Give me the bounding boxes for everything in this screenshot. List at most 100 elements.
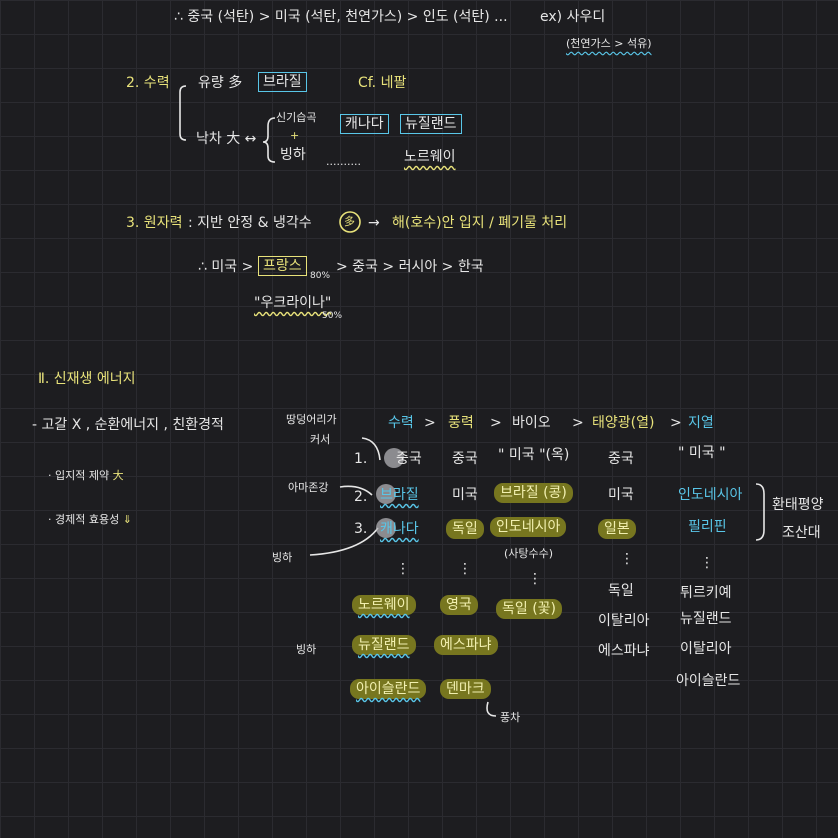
- bio-4: 독일 (꽃): [496, 599, 563, 619]
- nuclear-heading: 3. 원자력: [126, 215, 183, 231]
- geo-7: 아이슬란드: [676, 673, 741, 689]
- glacier-line2: 빙하: [280, 147, 306, 163]
- hdr-gt3: >: [572, 415, 584, 431]
- wind-dots: ⋮: [458, 561, 472, 577]
- hdr-wind: 풍력: [448, 415, 474, 431]
- bio-3: 인도네시아: [490, 517, 567, 537]
- row-num-1: 1.: [354, 451, 368, 467]
- row-num-3: 3.: [354, 521, 368, 537]
- note-land: 땅덩어리가: [286, 413, 337, 426]
- nuclear-sea: 해(호수)안 입지 / 폐기물 처리: [392, 215, 568, 231]
- hydro-4: 노르웨이: [352, 595, 416, 615]
- hdr-gt4: >: [670, 415, 682, 431]
- hdr-geo: 지열: [688, 415, 714, 431]
- wind-6: 덴마크: [440, 679, 491, 699]
- summary-line: ∴ 중국 (석탄) > 미국 (석탄, 천연가스) > 인도 (석탄) ...: [174, 9, 508, 25]
- hdr-solar: 태양광(열): [592, 415, 655, 431]
- solar-5: 이탈리아: [598, 613, 650, 629]
- pacific-label2: 조산대: [782, 525, 821, 541]
- wind-4-text: 영국: [440, 595, 478, 615]
- geo-2: 인도네시아: [678, 487, 743, 503]
- glacier-line1: 신기습곡: [276, 111, 317, 124]
- renewable-desc: - 고갈 X , 순환에너지 , 친환경적: [32, 417, 224, 433]
- wind-1: 중국: [452, 451, 478, 467]
- hydro-2-text: 브라질: [380, 487, 419, 503]
- pacific-bracket: [755, 483, 765, 541]
- bio-2: 브라질 (콩): [494, 483, 573, 503]
- wind-6-text: 덴마크: [440, 679, 491, 699]
- bio-3-sub: (사탕수수): [504, 547, 554, 560]
- example-text: ex) 사우디: [540, 9, 606, 25]
- glacier-brace: [262, 117, 276, 163]
- nuclear-ukraine-text: "우크라이나": [254, 295, 332, 311]
- geo-6: 이탈리아: [680, 641, 732, 657]
- hydro-2: 브라질: [380, 488, 419, 502]
- nuclear-rank-rest: > 중국 > 러시아 > 한국: [336, 259, 484, 275]
- hydro-6-text: 아이슬란드: [350, 679, 427, 699]
- hydro-drop: 낙차 大 ↔: [196, 131, 257, 147]
- solar-6: 에스파냐: [598, 643, 650, 659]
- hydro-3: 캐나다: [380, 522, 419, 536]
- geo-1: " 미국 ": [678, 445, 726, 461]
- hydro-4-text: 노르웨이: [352, 595, 416, 615]
- bullet-location: · 입지적 제약 大: [48, 470, 124, 481]
- hydro-1: 중국: [396, 451, 422, 467]
- solar-2: 미국: [608, 487, 634, 503]
- country-norway: 노르웨이: [404, 150, 456, 164]
- nuclear-rank-prefix: ∴ 미국 >: [198, 259, 254, 275]
- hdr-gt1: >: [424, 415, 436, 431]
- bullet-location-text: · 입지적 제약: [48, 469, 110, 482]
- country-newzealand: 뉴질랜드: [400, 114, 462, 134]
- country-norway-text: 노르웨이: [404, 149, 456, 165]
- solar-3: 일본: [598, 519, 636, 539]
- hydro-flow-country: 브라질: [258, 72, 307, 92]
- geo-3: 필리핀: [688, 519, 727, 535]
- wind-5-text: 에스파냐: [434, 635, 498, 655]
- wind-4: 영국: [440, 595, 478, 615]
- hydro-5-text: 뉴질랜드: [352, 635, 416, 655]
- nuclear-france: 프랑스: [258, 256, 307, 276]
- hydro-bracket: [179, 85, 187, 141]
- bullet-economy: · 경제적 효용성 ⇓: [48, 514, 132, 525]
- hydro-flow: 유량 多: [198, 75, 243, 91]
- geo-dots: ⋮: [700, 555, 714, 571]
- note-windmill: 풍차: [500, 711, 521, 724]
- bio-4-text: 독일 (꽃): [496, 599, 563, 619]
- pacific-label: 환태평양: [772, 497, 824, 513]
- solar-1: 중국: [608, 451, 634, 467]
- bullet-location-big: 大: [112, 469, 124, 482]
- bio-3-text: 인도네시아: [490, 517, 567, 537]
- renewable-title: Ⅱ. 신재생 에너지: [38, 371, 136, 387]
- hydro-cf: Cf. 네팔: [358, 75, 407, 91]
- nuclear-many: 多: [344, 215, 355, 228]
- example-saudi: ex) 사우디: [540, 10, 605, 24]
- solar-dots: ⋮: [620, 551, 634, 567]
- note-glacier-bottom: 빙하: [296, 643, 317, 656]
- bio-dots: ⋮: [528, 571, 542, 587]
- hydro-3-text: 캐나다: [380, 521, 419, 537]
- nuclear-arrow: →: [368, 215, 380, 231]
- example-sub: (천연가스 > 석유): [566, 38, 652, 49]
- wind-2: 미국: [452, 487, 478, 503]
- hydro-6: 아이슬란드: [350, 679, 427, 699]
- nuclear-ukraine-pct: 50%: [322, 311, 343, 321]
- row-num-2: 2.: [354, 489, 368, 505]
- nuclear-desc: : 지반 안정 & 냉각수: [188, 215, 312, 231]
- hdr-hydro: 수력: [388, 415, 414, 431]
- dots: ..........: [326, 155, 361, 168]
- bio-1: " 미국 "(옥): [498, 447, 570, 463]
- geo-5: 뉴질랜드: [680, 611, 732, 627]
- hydro-heading: 2. 수력: [126, 75, 170, 91]
- bullet-economy-down: ⇓: [122, 513, 132, 526]
- bio-2-text: 브라질 (콩): [494, 483, 573, 503]
- glacier-arrow: [309, 527, 379, 556]
- example-sub-text: (천연가스 > 석유): [566, 37, 652, 50]
- hydro-5: 뉴질랜드: [352, 635, 416, 655]
- nuclear-ukraine: "우크라이나": [254, 296, 331, 310]
- wind-5: 에스파냐: [434, 635, 498, 655]
- windmill-hook: [486, 701, 497, 717]
- note-glacier: 빙하: [272, 551, 293, 564]
- hydro-dots: ⋮: [396, 561, 410, 577]
- solar-4: 독일: [608, 583, 634, 599]
- wind-3-text: 독일: [446, 519, 484, 539]
